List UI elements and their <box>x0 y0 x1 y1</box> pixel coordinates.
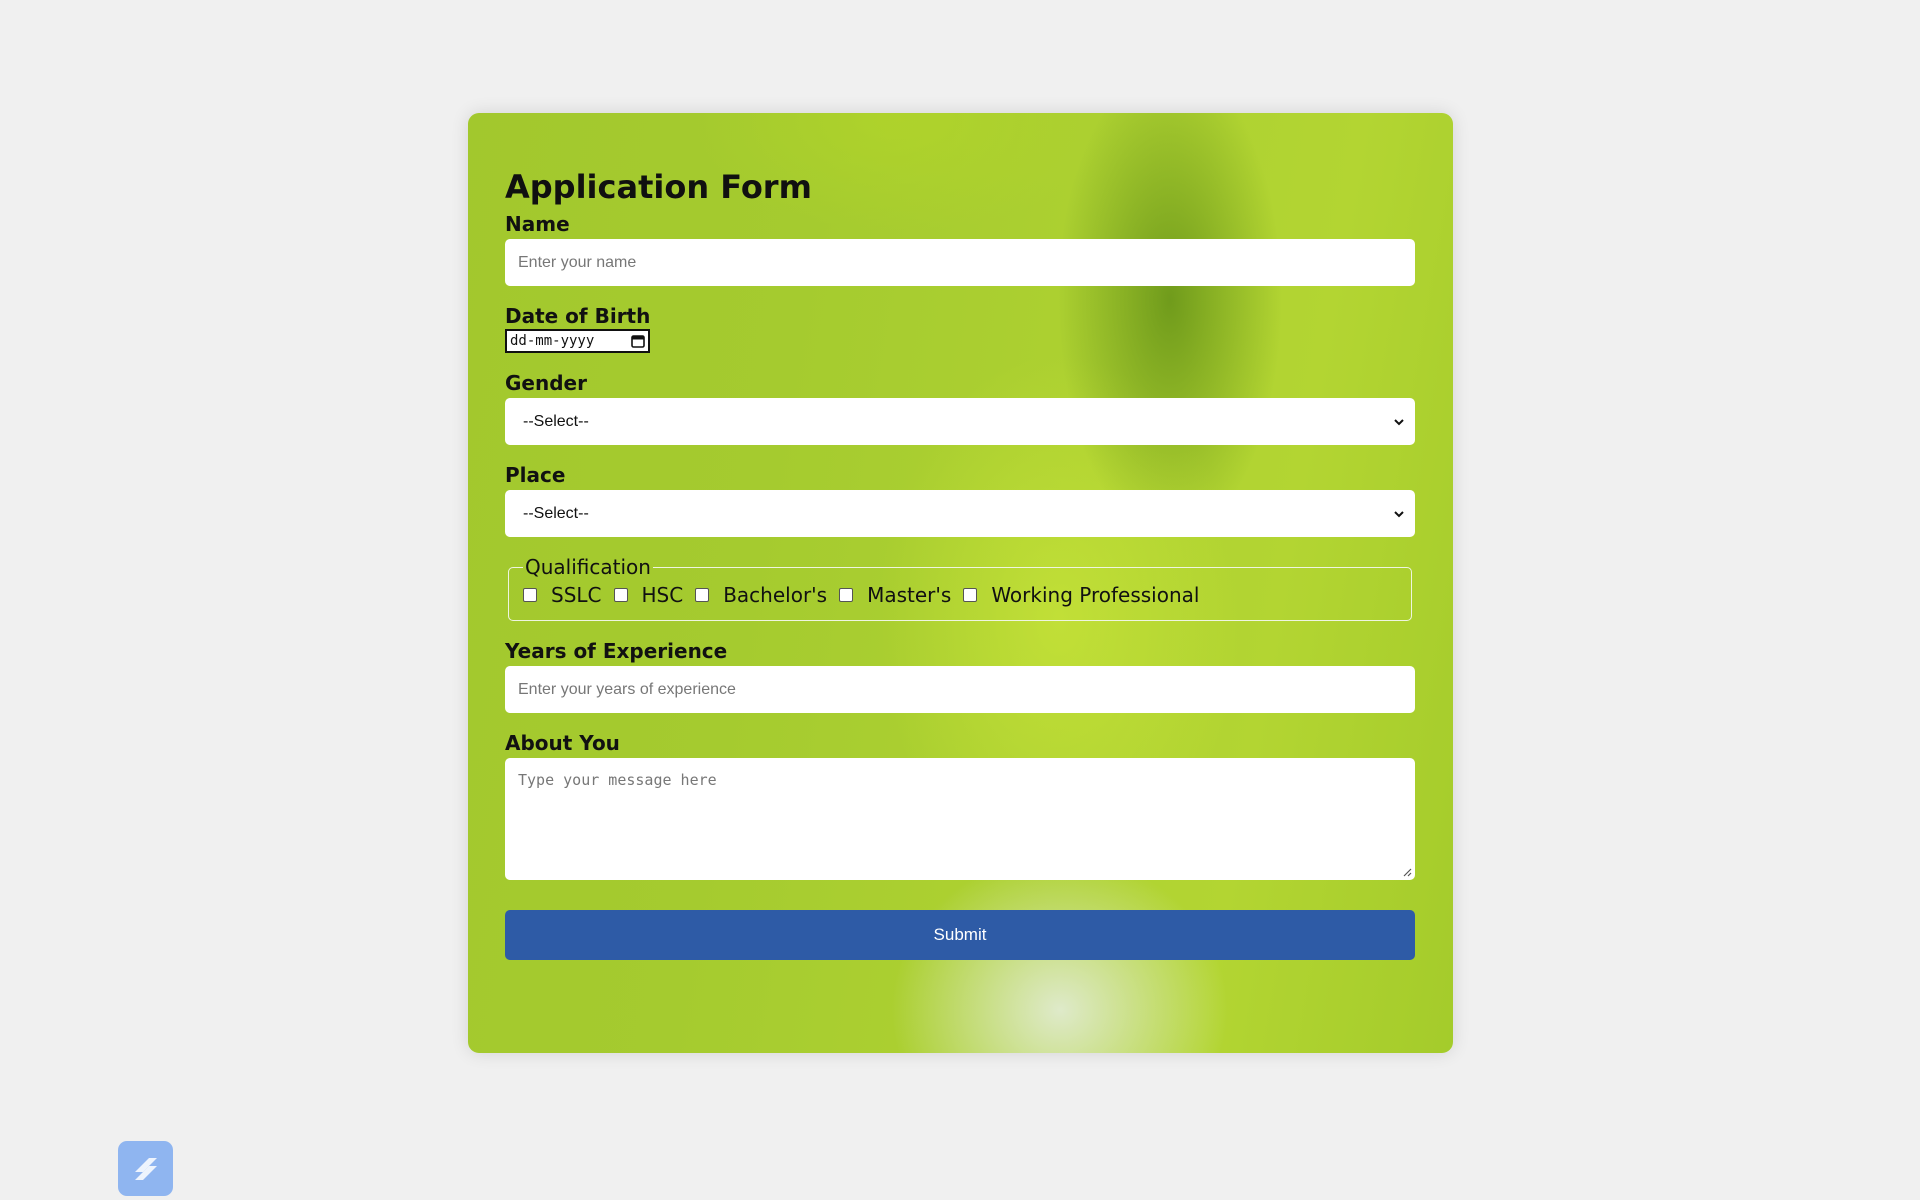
gender-select[interactable]: --Select-- <box>505 398 1415 445</box>
qualification-label: HSC <box>641 583 684 607</box>
gender-label: Gender <box>505 371 587 395</box>
app-icon[interactable] <box>118 1141 173 1196</box>
experience-placeholder: Enter your years of experience <box>518 680 736 698</box>
application-form: Application Form Name Enter your name Da… <box>505 168 1415 960</box>
form-title: Application Form <box>505 168 812 206</box>
chevron-down-icon <box>1394 418 1404 425</box>
about-textarea[interactable]: Type your message here <box>505 758 1415 880</box>
qualification-label: Master's <box>867 583 952 607</box>
app-logo-icon <box>134 1157 157 1180</box>
chevron-down-icon <box>1394 510 1404 517</box>
place-select[interactable]: --Select-- <box>505 490 1415 537</box>
dob-label: Date of Birth <box>505 304 651 328</box>
qualification-checkbox[interactable] <box>963 588 978 602</box>
about-label: About You <box>505 731 620 755</box>
resize-handle-icon[interactable] <box>1402 867 1412 877</box>
experience-input[interactable]: Enter your years of experience <box>505 666 1415 713</box>
qualification-checkbox[interactable] <box>695 588 710 602</box>
qualification-option[interactable]: Working Professional <box>963 583 1199 607</box>
submit-button[interactable]: Submit <box>505 910 1415 960</box>
qualification-label: SSLC <box>551 583 602 607</box>
application-form-card: Application Form Name Enter your name Da… <box>468 113 1453 1053</box>
qualification-checkbox[interactable] <box>523 588 537 602</box>
dob-input[interactable]: dd-mm-yyyy <box>505 329 650 353</box>
dob-placeholder: dd-mm-yyyy <box>510 333 595 349</box>
qualification-option[interactable]: Bachelor's <box>695 583 827 607</box>
place-selected-value: --Select-- <box>523 504 589 522</box>
name-placeholder: Enter your name <box>518 253 637 271</box>
qualification-options: SSLC HSC Bachelor's Master's Working Pro… <box>523 583 1399 607</box>
name-input[interactable]: Enter your name <box>505 239 1415 286</box>
gender-selected-value: --Select-- <box>523 412 589 430</box>
about-placeholder: Type your message here <box>518 771 717 789</box>
qualification-option[interactable]: HSC <box>613 583 684 607</box>
qualification-option[interactable]: SSLC <box>523 583 602 607</box>
name-label: Name <box>505 212 570 236</box>
qualification-legend: Qualification <box>525 555 651 579</box>
qualification-checkbox[interactable] <box>839 588 854 602</box>
place-label: Place <box>505 463 566 487</box>
calendar-icon[interactable] <box>631 334 645 348</box>
qualification-checkbox[interactable] <box>613 588 628 602</box>
experience-label: Years of Experience <box>505 639 728 663</box>
qualification-label: Bachelor's <box>723 583 828 607</box>
qualification-group: Qualification SSLC HSC Bachelor's Master… <box>508 555 1412 621</box>
qualification-option[interactable]: Master's <box>839 583 951 607</box>
qualification-label: Working Professional <box>991 583 1200 607</box>
